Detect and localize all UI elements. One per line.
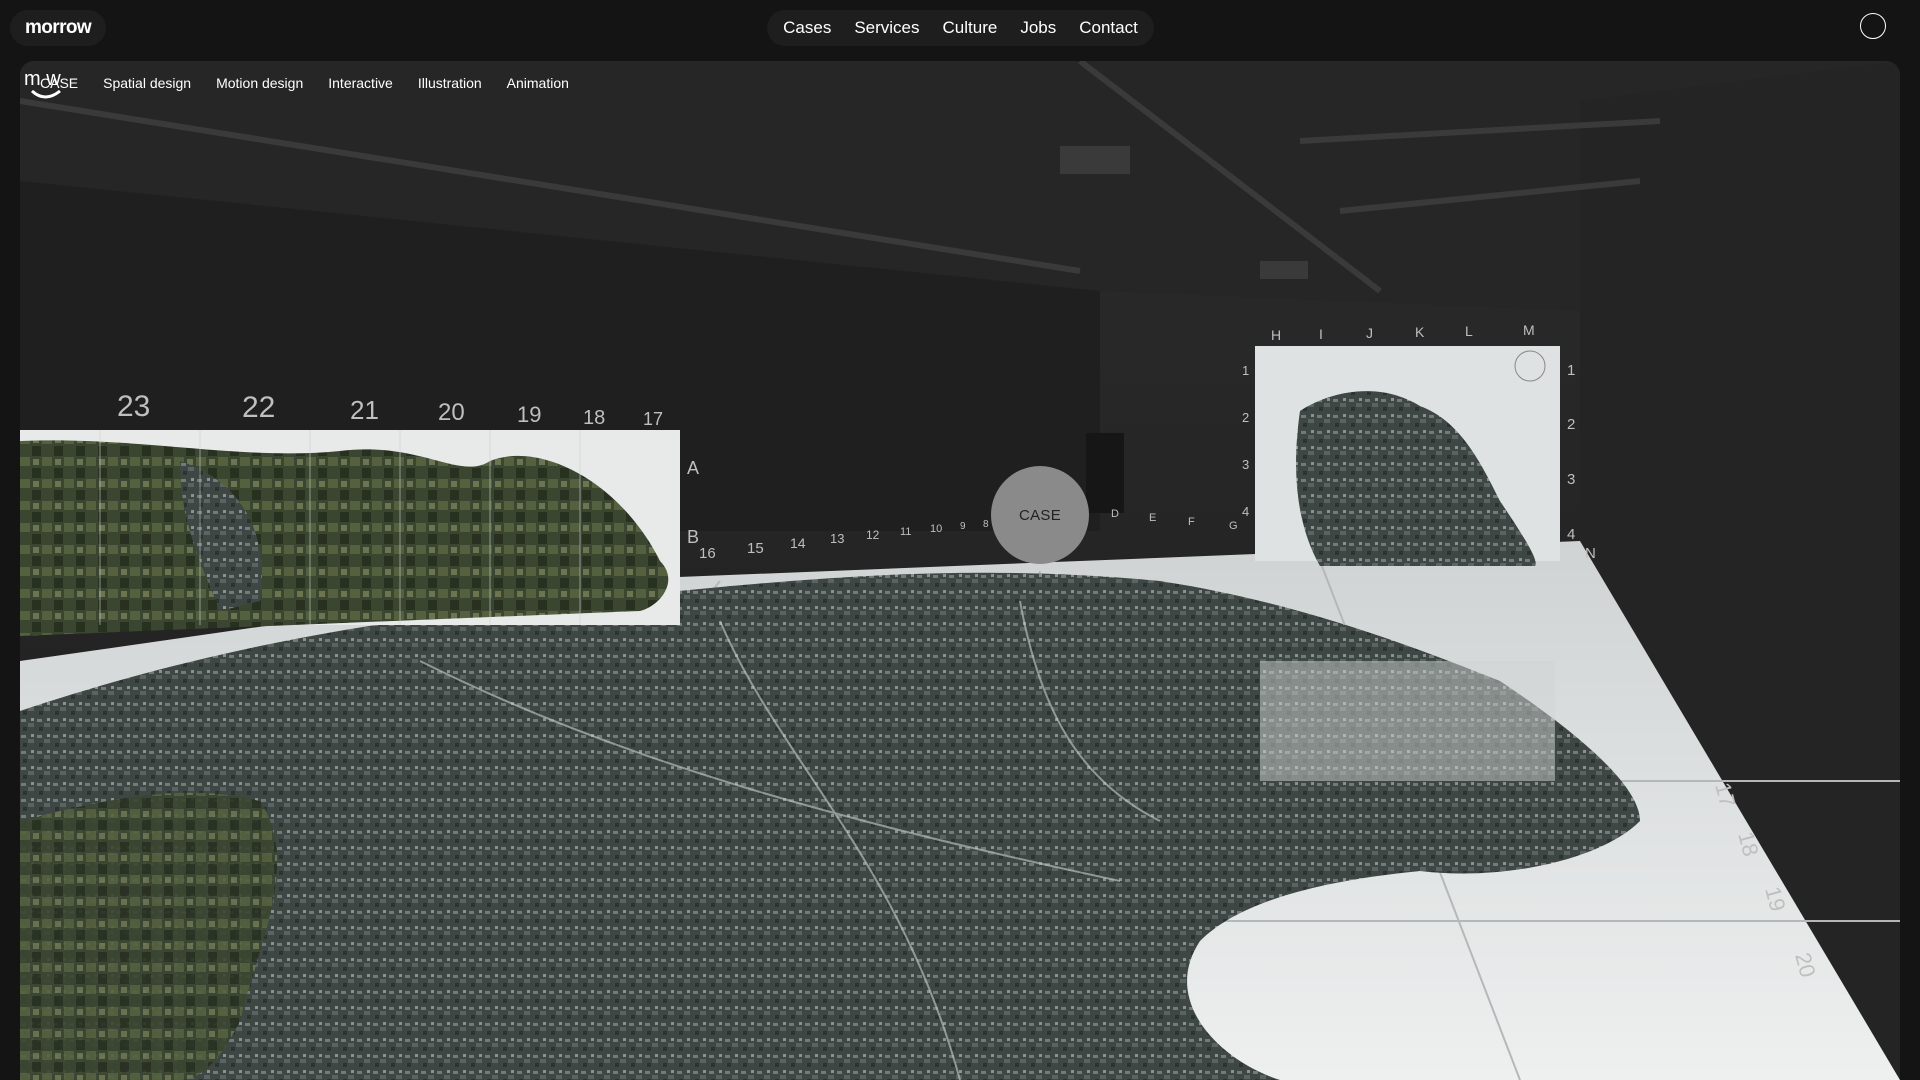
right-wall-col-l: L [1465,323,1473,339]
floor-num-12: 12 [866,528,880,542]
right-wall-row-l4: 4 [1242,504,1249,519]
floor-num-10: 10 [930,523,942,535]
right-wall-row-l3: 3 [1242,457,1249,472]
hero-image: 23 22 21 20 19 18 17 A B 16 15 14 13 12 … [20,61,1900,1080]
right-wall-row-r1: 1 [1567,362,1575,379]
left-wall-col-22: 22 [242,391,275,424]
nav-jobs[interactable]: Jobs [1020,18,1056,38]
left-wall-row-b: B [687,527,699,547]
right-wall-col-h: H [1271,327,1281,343]
left-wall-col-20: 20 [438,399,465,426]
left-wall-col-17: 17 [643,409,663,429]
floor-num-14: 14 [790,535,806,551]
nav-culture[interactable]: Culture [943,18,998,38]
floor-num-8: 8 [983,519,989,530]
right-wall-col-k: K [1415,324,1425,340]
left-wall-col-19: 19 [517,402,541,427]
case-badge[interactable]: CASE [991,466,1089,564]
tag-spatial-design[interactable]: Spatial design [103,75,191,91]
left-wall-col-21: 21 [350,395,379,425]
tag-interactive[interactable]: Interactive [328,75,393,91]
floor-num-13: 13 [830,531,844,546]
menu-toggle-icon[interactable] [1860,13,1886,39]
main-nav: Cases Services Culture Jobs Contact [767,10,1154,46]
floor-num-11: 11 [900,526,911,538]
right-wall-corner-n: N [1585,545,1596,562]
floor-letter-d: D [1111,508,1119,520]
right-wall-col-j: J [1366,325,1373,341]
tag-illustration[interactable]: Illustration [418,75,482,91]
right-wall-col-m: M [1523,322,1535,338]
floor-letter-e: E [1149,512,1156,524]
right-wall-row-r4: 4 [1567,526,1575,543]
right-wall-row-r2: 2 [1567,416,1575,433]
left-wall-row-a: A [687,458,699,478]
right-wall-row-l2: 2 [1242,410,1249,425]
tag-motion-design[interactable]: Motion design [216,75,303,91]
right-wall-row-r3: 3 [1567,471,1575,488]
floor-num-9: 9 [960,521,966,532]
mw-logo-text: m w [24,68,61,90]
nav-cases[interactable]: Cases [783,18,831,38]
case-tags: CASE Spatial design Motion design Intera… [40,75,569,91]
nav-services[interactable]: Services [854,18,919,38]
right-wall-row-l1: 1 [1242,363,1249,378]
floor-letter-g: G [1229,520,1238,532]
tag-animation[interactable]: Animation [507,75,569,91]
floor-num-15: 15 [747,540,764,557]
nav-contact[interactable]: Contact [1079,18,1138,38]
floor-letter-f: F [1188,516,1195,528]
left-wall-col-18: 18 [583,407,605,429]
right-wall-col-i: I [1319,326,1323,342]
morrow-smile-logo-icon: m w [24,68,61,99]
left-wall-col-23: 23 [117,390,150,423]
morrow-logo[interactable]: morrow [10,10,107,46]
exhibition-room-illustration: 23 22 21 20 19 18 17 A B 16 15 14 13 12 … [20,61,1900,1080]
floor-num-16: 16 [699,545,716,562]
